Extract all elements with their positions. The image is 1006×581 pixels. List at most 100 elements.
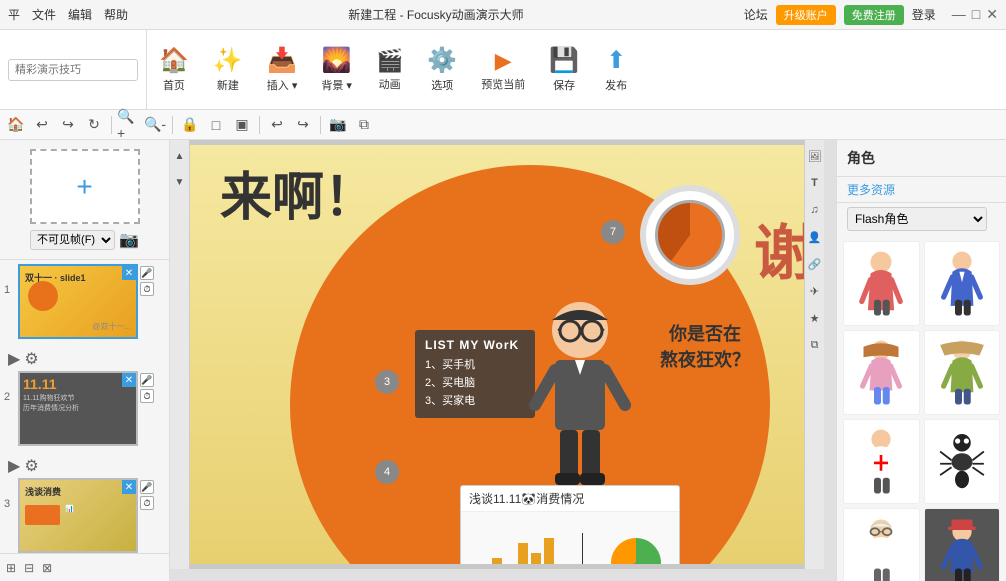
canvas-scrollbar-x[interactable] xyxy=(170,569,824,581)
tb2-zoomin[interactable]: 🔍+ xyxy=(117,113,141,137)
slide-thumb-3[interactable]: ✕ 浅谈消费 📊 xyxy=(18,478,138,553)
options-button[interactable]: ⚙️ 选项 xyxy=(415,30,469,109)
slide-num-2: 2 xyxy=(4,391,18,403)
bottom-grid-icon[interactable]: ⊞ xyxy=(6,561,16,575)
slide-time-3[interactable]: ⏱ xyxy=(140,496,154,510)
search-input[interactable] xyxy=(8,59,138,81)
animation-icon: 🎬 xyxy=(376,48,403,74)
slide-play-2[interactable]: ▶ xyxy=(8,456,20,476)
slide-add-area: + 不可见帧(F) 📷 xyxy=(0,140,169,260)
insert-button[interactable]: 📥 插入 ▾ xyxy=(255,30,310,109)
minimize-button[interactable]: — xyxy=(952,6,966,23)
tb2-rotate[interactable]: ↻ xyxy=(82,113,106,137)
bottom-close-icon[interactable]: ⊠ xyxy=(42,561,52,575)
add-slide-button[interactable]: + xyxy=(30,149,140,224)
plus-icon: + xyxy=(76,171,92,203)
canvas-rt-text[interactable]: T xyxy=(803,171,827,195)
options-icon: ⚙️ xyxy=(427,46,457,75)
tb2-copy[interactable]: ⧉ xyxy=(352,113,376,137)
tb2-lock[interactable]: 🔒 xyxy=(178,113,202,137)
slide-settings-2[interactable]: ⚙ xyxy=(24,456,38,476)
tb2-redo[interactable]: ↪ xyxy=(56,113,80,137)
canvas-tb-down[interactable]: ▼ xyxy=(170,170,192,194)
slide-controls: 不可见帧(F) 📷 xyxy=(30,230,139,250)
login-link[interactable]: 登录 xyxy=(912,6,936,23)
slide-mic-2[interactable]: 🎤 xyxy=(140,373,154,387)
canvas-scrollbar-y[interactable] xyxy=(824,140,836,581)
chart-divider xyxy=(582,533,583,564)
home-button[interactable]: 🏠 首页 xyxy=(147,30,201,109)
slide-time-1[interactable]: ⏱ xyxy=(140,282,154,296)
canvas-rt-img[interactable]: 🖼 xyxy=(803,144,827,168)
more-resources-link[interactable]: 更多资源 xyxy=(837,177,1006,203)
badge-7: 7 xyxy=(601,220,625,244)
window-title: 新建工程 - Focusky动画演示大师 xyxy=(128,6,744,23)
forum-link[interactable]: 论坛 xyxy=(744,6,768,23)
char-item-8[interactable] xyxy=(924,508,1001,581)
animation-label: 动画 xyxy=(379,76,401,92)
slide-num-3: 3 xyxy=(4,498,18,510)
canvas-rt-link[interactable]: 🔗 xyxy=(803,252,827,276)
close-button[interactable]: ✕ xyxy=(986,6,998,23)
tb2-zoomout[interactable]: 🔍- xyxy=(143,113,167,137)
slide-time-2[interactable]: ⏱ xyxy=(140,389,154,403)
canvas-rt-people[interactable]: 👤 xyxy=(803,225,827,249)
slide-num-1: 1 xyxy=(4,284,18,296)
maximize-button[interactable]: □ xyxy=(972,6,980,23)
slide-play-1[interactable]: ▶ xyxy=(8,349,20,369)
tb2-undo[interactable]: ↩ xyxy=(30,113,54,137)
new-button[interactable]: ✨ 新建 xyxy=(201,30,255,109)
save-button[interactable]: 💾 保存 xyxy=(537,30,591,109)
canvas-rt-plane[interactable]: ✈ xyxy=(803,279,827,303)
left-panel: + 不可见帧(F) 📷 1 ✕ 双十一 · slide1 @双十一 xyxy=(0,140,170,581)
slide-bottom-2: ▶ ⚙ xyxy=(4,454,165,478)
char-svg-7 xyxy=(851,516,911,581)
tb2-back[interactable]: ↩ xyxy=(265,113,289,137)
char-item-2[interactable] xyxy=(924,241,1001,326)
publish-label: 发布 xyxy=(605,77,627,93)
slide-settings-1[interactable]: ⚙ xyxy=(24,349,38,369)
publish-button[interactable]: ⬆ 发布 xyxy=(591,30,641,109)
canvas-tb-up[interactable]: ▲ xyxy=(170,144,192,168)
canvas-left-toolbar: ▲ ▼ xyxy=(170,140,190,569)
char-item-3[interactable] xyxy=(843,330,920,415)
tb2-square[interactable]: □ xyxy=(204,113,228,137)
canvas-rt-music[interactable]: ♫ xyxy=(803,198,827,222)
canvas-rt-layers[interactable]: ⧉ xyxy=(803,333,827,357)
camera-icon[interactable]: 📷 xyxy=(119,230,139,250)
work-box-title: LIST MY WorK xyxy=(425,338,525,352)
char-item-7[interactable] xyxy=(843,508,920,581)
canvas-rt-star[interactable]: ★ xyxy=(803,306,827,330)
slide-mic-1[interactable]: 🎤 xyxy=(140,266,154,280)
background-button[interactable]: 🌄 背景 ▾ xyxy=(309,30,364,109)
char-item-1[interactable] xyxy=(843,241,920,326)
secondary-toolbar: 🏠 ↩ ↪ ↻ 🔍+ 🔍- 🔒 □ ▣ ↩ ↪ 📷 ⧉ xyxy=(0,110,1006,140)
resource-type-selector: Flash角色 PNG角色 动态角色 xyxy=(837,203,1006,235)
home-label: 首页 xyxy=(163,77,185,93)
tb2-square2[interactable]: ▣ xyxy=(230,113,254,137)
slide-thumb-2[interactable]: ✕ 11.11 11.11购物狂欢节 历年消费情况分析 xyxy=(18,371,138,446)
char-item-4[interactable] xyxy=(924,330,1001,415)
bottom-list-icon[interactable]: ⊟ xyxy=(24,561,34,575)
upgrade-button[interactable]: 升级账户 xyxy=(776,5,836,25)
slide-mic-3[interactable]: 🎤 xyxy=(140,480,154,494)
tb2-forward[interactable]: ↪ xyxy=(291,113,315,137)
question-text: 你是否在 熬夜狂欢？ xyxy=(660,320,750,372)
char-item-6[interactable] xyxy=(924,419,1001,504)
menu-help[interactable]: 帮助 xyxy=(104,6,128,23)
menu-bar: 平 文件 编辑 帮助 xyxy=(8,6,128,23)
resource-type-select[interactable]: Flash角色 PNG角色 动态角色 xyxy=(847,207,987,231)
slide-thumb-1[interactable]: ✕ 双十一 · slide1 @双十一... xyxy=(18,264,138,339)
menu-file[interactable]: 文件 xyxy=(32,6,56,23)
char-item-5[interactable] xyxy=(843,419,920,504)
preview-button[interactable]: ▶ 预览当前 xyxy=(469,30,537,109)
canvas-area: ▲ ▼ 来啊！ 谢 7 xyxy=(170,140,836,581)
frame-select[interactable]: 不可见帧(F) xyxy=(30,230,115,250)
char-svg-2 xyxy=(932,249,992,319)
register-button[interactable]: 免费注册 xyxy=(844,5,904,25)
menu-edit[interactable]: 编辑 xyxy=(68,6,92,23)
animation-button[interactable]: 🎬 动画 xyxy=(364,30,415,109)
tb2-home[interactable]: 🏠 xyxy=(4,113,28,137)
character-figure xyxy=(520,295,640,495)
tb2-camera[interactable]: 📷 xyxy=(326,113,350,137)
